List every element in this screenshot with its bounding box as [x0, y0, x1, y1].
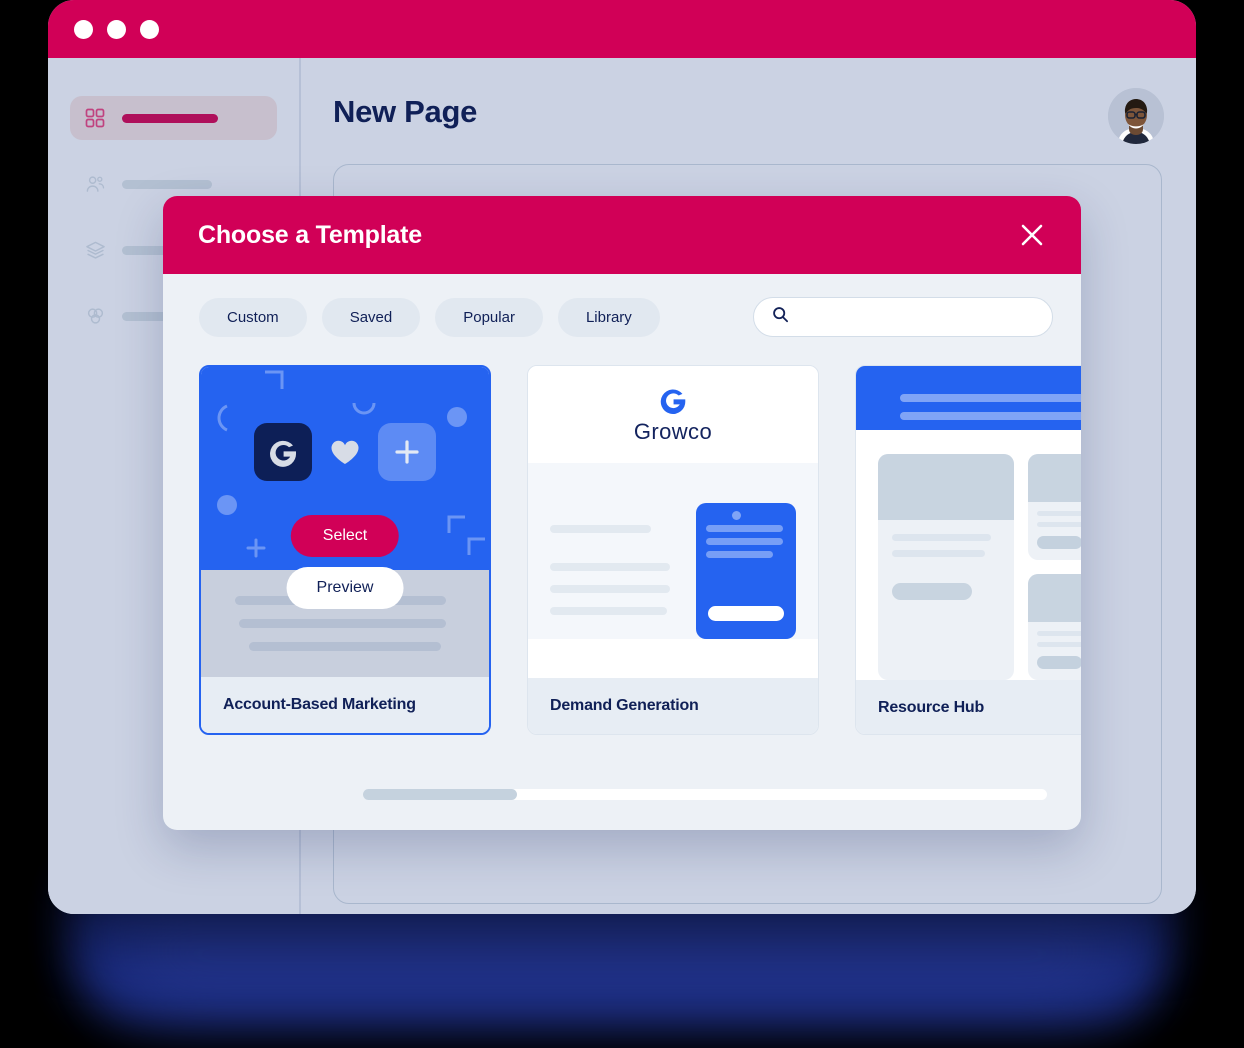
preview-button[interactable]: Preview [286, 567, 404, 609]
card-preview: Select Preview [201, 367, 489, 609]
circles-icon [84, 305, 106, 327]
placeholder-line [706, 524, 783, 532]
placeholder-line [706, 537, 783, 545]
select-button[interactable]: Select [290, 515, 400, 557]
page-title: New Page [333, 94, 478, 129]
tab-popular[interactable]: Popular [435, 297, 543, 337]
decor-crescent-icon [352, 402, 376, 415]
horizontal-scrollbar[interactable] [363, 789, 1047, 800]
window-glow-shadow-inner [120, 900, 1120, 1010]
preview-card-column [1028, 454, 1081, 680]
card-preview [856, 430, 1081, 680]
preview-button [892, 583, 972, 600]
placeholder-line [1037, 522, 1081, 527]
panel-button [708, 605, 784, 621]
card-preview [528, 462, 818, 639]
placeholder-line [892, 534, 992, 541]
decor-corner-br1-icon [447, 515, 465, 533]
choose-template-modal: Choose a Template Custom Saved Popular L… [163, 196, 1081, 830]
modal-header: Choose a Template [163, 196, 1081, 274]
avatar[interactable] [1108, 88, 1164, 144]
decor-circle-bl-icon [217, 495, 237, 515]
template-card-resource-hub[interactable]: Resource Hub [855, 365, 1081, 735]
decor-corner-tr-icon [265, 370, 284, 389]
card-title: Account-Based Marketing [201, 677, 489, 733]
preview-card-body [1028, 502, 1081, 549]
mobile-preview-panel [696, 502, 796, 639]
template-tabs: Custom Saved Popular Library [199, 297, 660, 337]
placeholder-line [550, 606, 667, 615]
growco-wordmark: Growco [633, 419, 713, 445]
g-logo-icon [254, 423, 312, 481]
placeholder-line [1037, 642, 1081, 647]
card-title: Resource Hub [856, 680, 1081, 734]
preview-image [1028, 454, 1081, 502]
browser-titlebar [48, 0, 1196, 58]
layers-icon [84, 239, 106, 261]
preview-card-body [878, 520, 1014, 600]
placeholder-line [550, 584, 670, 593]
decor-corner-br2-icon [467, 537, 485, 555]
preview-card-large [878, 454, 1014, 680]
placeholder-text-block [550, 503, 680, 639]
preview-card-body [1028, 622, 1081, 669]
card-title: Demand Generation [528, 678, 818, 734]
preview-button [1037, 656, 1081, 669]
placeholder-line [706, 550, 774, 558]
sidebar-item-dashboard[interactable] [70, 96, 277, 140]
search-box[interactable] [753, 297, 1053, 337]
placeholder-line [892, 550, 985, 557]
placeholder-line [1037, 511, 1081, 516]
placeholder-line [900, 412, 1081, 420]
template-card-list: Select Preview Account-Based Marketing G… [163, 337, 1081, 735]
sidebar-item-label [122, 113, 218, 123]
modal-title: Choose a Template [198, 220, 422, 249]
decor-plus-bl-icon [246, 538, 266, 558]
grid-icon [84, 107, 106, 129]
card-logo-row [201, 423, 489, 481]
growco-mark-icon [660, 389, 686, 415]
template-card-demand-generation[interactable]: Growco Demand Generation [527, 365, 819, 735]
placeholder-line [1037, 631, 1081, 636]
placeholder-line [900, 394, 1081, 402]
template-card-account-based-marketing[interactable]: Select Preview Account-Based Marketing [199, 365, 491, 735]
decor-dot-icon [732, 510, 741, 520]
close-icon[interactable] [1015, 218, 1049, 252]
search-input[interactable] [799, 309, 1034, 325]
preview-button [1037, 536, 1081, 549]
heart-icon [331, 440, 359, 464]
placeholder-line [550, 562, 670, 571]
placeholder-line [239, 618, 446, 628]
preview-card-small [1028, 454, 1081, 560]
users-icon [84, 173, 106, 195]
card-preview-header [856, 366, 1081, 430]
preview-image [878, 454, 1014, 520]
plus-icon [378, 423, 436, 481]
scrollbar-thumb[interactable] [363, 789, 517, 800]
tab-custom[interactable]: Custom [199, 297, 307, 337]
traffic-light-close-icon[interactable] [74, 19, 93, 39]
search-icon [772, 306, 789, 328]
sidebar-item-label [122, 179, 212, 189]
preview-image [1028, 574, 1081, 622]
placeholder-line [550, 524, 652, 533]
tab-library[interactable]: Library [557, 297, 660, 337]
traffic-light-minimize-icon[interactable] [107, 19, 126, 39]
preview-card-small [1028, 574, 1081, 680]
card-brand-header: Growco [528, 366, 818, 463]
placeholder-line [249, 641, 441, 651]
traffic-light-maximize-icon[interactable] [140, 19, 159, 39]
card-preview-footer [528, 638, 818, 678]
tab-saved[interactable]: Saved [321, 297, 421, 337]
modal-toolbar: Custom Saved Popular Library [163, 274, 1081, 337]
